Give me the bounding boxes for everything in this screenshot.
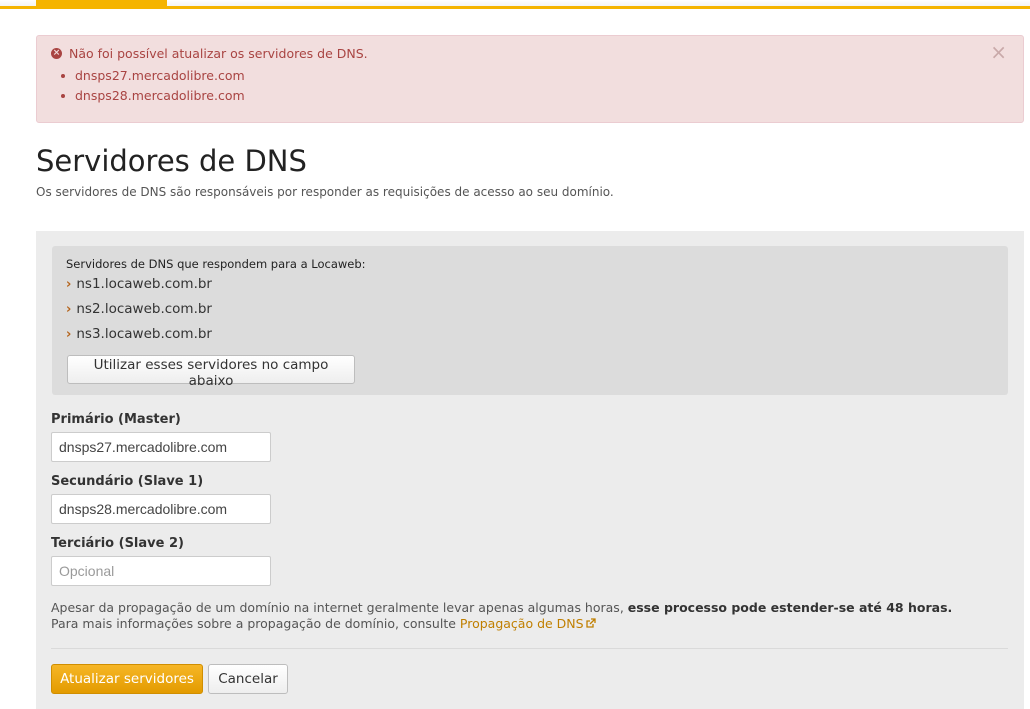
primary-dns-input[interactable]: [51, 432, 271, 462]
list-item: › ns1.locaweb.com.br: [66, 276, 212, 292]
external-link-icon: [585, 617, 596, 633]
cancel-button[interactable]: Cancelar: [208, 664, 288, 694]
propagation-info: Apesar da propagação de um domínio na in…: [51, 600, 952, 633]
error-circle-icon: ×: [51, 48, 62, 59]
server-name: ns3.locaweb.com.br: [76, 326, 212, 342]
info-text: Para mais informações sobre a propagação…: [51, 616, 460, 631]
chevron-right-icon: ›: [66, 327, 72, 342]
tertiary-dns-label: Terciário (Slave 2): [51, 536, 184, 551]
alert-item-text: dnsps27.mercadolibre.com: [75, 68, 245, 83]
alert-item-text: dnsps28.mercadolibre.com: [75, 88, 245, 103]
server-name: ns1.locaweb.com.br: [76, 276, 212, 292]
secondary-dns-label: Secundário (Slave 1): [51, 474, 204, 489]
update-servers-button[interactable]: Atualizar servidores: [51, 664, 203, 694]
alert-list: dnsps27.mercadolibre.com dnsps28.mercado…: [61, 66, 245, 106]
link-text: Propagação de DNS: [459, 616, 584, 631]
list-item: › ns2.locaweb.com.br: [66, 301, 212, 317]
divider: [51, 648, 1008, 649]
dns-form-panel: Servidores de DNS que respondem para a L…: [36, 231, 1024, 709]
suggested-servers-box: Servidores de DNS que respondem para a L…: [52, 246, 1008, 395]
list-item: › ns3.locaweb.com.br: [66, 326, 212, 342]
page-title: Servidores de DNS: [36, 144, 307, 178]
info-bold-text: esse processo pode estender-se até 48 ho…: [627, 600, 953, 615]
alert-title: Não foi possível atualizar os servidores…: [69, 46, 368, 61]
use-these-servers-button[interactable]: Utilizar esses servidores no campo abaix…: [67, 355, 355, 389]
error-alert: × Não foi possível atualizar os servidor…: [36, 35, 1024, 123]
list-item: dnsps28.mercadolibre.com: [61, 86, 245, 106]
list-item: dnsps27.mercadolibre.com: [61, 66, 245, 86]
suggested-servers-title: Servidores de DNS que respondem para a L…: [66, 257, 366, 271]
dns-propagation-link[interactable]: Propagação de DNS: [460, 616, 596, 631]
info-text: Apesar da propagação de um domínio na in…: [51, 600, 628, 615]
tertiary-dns-input[interactable]: [51, 556, 271, 586]
server-name: ns2.locaweb.com.br: [76, 301, 212, 317]
top-navigation-bar: [0, 0, 1030, 9]
bullet-icon: [61, 74, 65, 78]
chevron-right-icon: ›: [66, 302, 72, 317]
page-subtitle: Os servidores de DNS são responsáveis po…: [36, 185, 614, 199]
active-nav-tab[interactable]: [36, 0, 167, 9]
bullet-icon: [61, 94, 65, 98]
close-icon[interactable]: ×: [990, 42, 1007, 62]
secondary-dns-input[interactable]: [51, 494, 271, 524]
primary-dns-label: Primário (Master): [51, 412, 181, 427]
chevron-right-icon: ›: [66, 277, 72, 292]
